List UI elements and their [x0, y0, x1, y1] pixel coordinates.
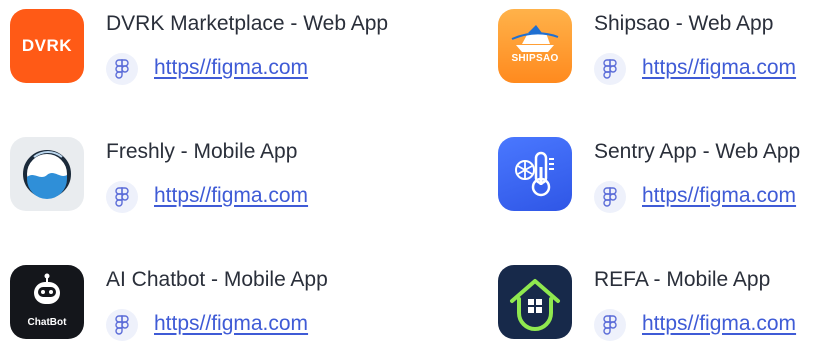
project-card-refa: REFA - Mobile App https//figma.com [498, 265, 828, 345]
project-card-shipsao: SHIPSAO Shipsao - Web App https//figma.c… [498, 9, 828, 89]
project-title: Sentry App - Web App [594, 140, 801, 163]
project-card-dvrk: DVRK DVRK Marketplace - Web App https//f… [10, 9, 388, 89]
project-card-chatbot: ChatBot AI Chatbot - Mobile App https//f… [10, 265, 350, 345]
freshly-logo-icon [10, 137, 84, 211]
figma-link[interactable]: https//figma.com [642, 55, 796, 81]
figma-icon [106, 53, 138, 85]
sentry-thermometer-icon [498, 137, 572, 211]
project-title: REFA - Mobile App [594, 268, 771, 291]
project-title: Shipsao - Web App [594, 12, 774, 35]
figma-link[interactable]: https//figma.com [154, 311, 308, 337]
project-title: Freshly - Mobile App [106, 140, 298, 163]
figma-icon [106, 181, 138, 213]
dvrk-logo-icon: DVRK [10, 9, 84, 83]
shipsao-logo-icon: SHIPSAO [498, 9, 572, 83]
project-title: DVRK Marketplace - Web App [106, 12, 389, 35]
project-card-freshly: Freshly - Mobile App https//figma.com [10, 137, 350, 217]
figma-link[interactable]: https//figma.com [154, 183, 308, 209]
figma-icon [594, 309, 626, 341]
figma-icon [594, 181, 626, 213]
project-title: AI Chatbot - Mobile App [106, 268, 328, 291]
figma-link[interactable]: https//figma.com [642, 183, 796, 209]
figma-icon [106, 309, 138, 341]
figma-link[interactable]: https//figma.com [642, 311, 796, 337]
refa-house-icon [498, 265, 572, 339]
chatbot-robot-icon: ChatBot [10, 265, 84, 339]
figma-link[interactable]: https//figma.com [154, 55, 308, 81]
project-card-sentry: Sentry App - Web App https//figma.com [498, 137, 828, 217]
figma-icon [594, 53, 626, 85]
